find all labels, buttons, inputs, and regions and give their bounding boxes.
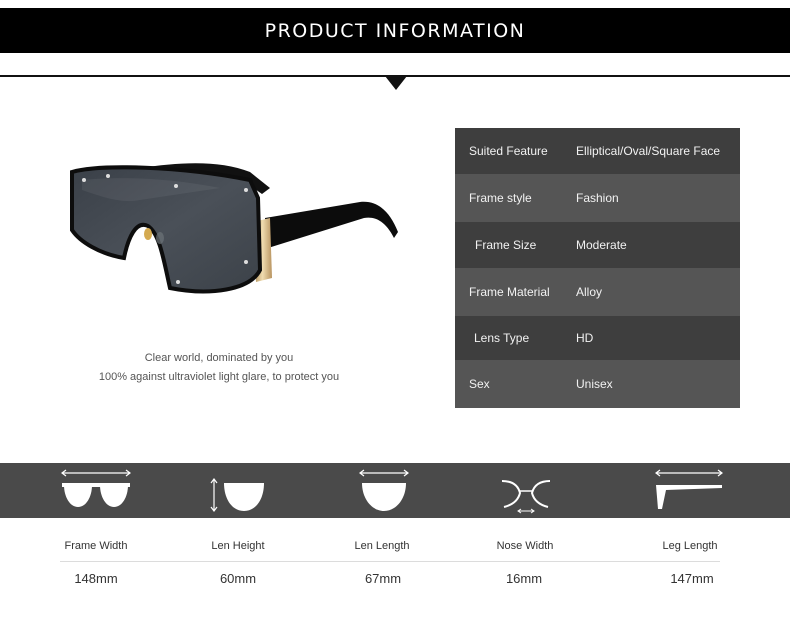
spec-label: Frame style [469,191,532,205]
spec-value: Unisex [576,377,613,391]
dimension-value-frame-width: 148mm [74,571,118,586]
spec-row-frame-size: Frame Size Moderate [455,222,740,268]
dimension-label-frame-width: Frame Width [64,540,128,552]
leg-length-icon [655,469,723,509]
caption-line-2: 100% against ultraviolet light glare, to… [98,371,340,383]
spec-row-lens-type: Lens Type HD [455,316,740,360]
down-arrow-icon [385,76,407,90]
spec-label: Sex [469,377,490,391]
dimension-label-lens-height: Len Height [211,540,265,552]
dimension-value-leg-length: 147mm [670,571,714,586]
lens-height-icon [210,478,264,512]
spec-label: Frame Material [469,285,550,299]
dimension-divider [60,561,720,562]
frame-width-icon [61,469,131,507]
spec-label: Frame Size [475,238,537,252]
spec-label: Lens Type [474,331,530,345]
header-bar: PRODUCT INFORMATION [0,8,790,53]
dimension-label-nose-width: Nose Width [496,540,554,552]
spec-row-frame-style: Frame style Fashion [455,174,740,222]
dimension-icons-bar [0,463,790,518]
spec-value: Elliptical/Oval/Square Face [576,144,721,158]
dimension-value-lens-height: 60mm [219,571,257,586]
spec-row-frame-material: Frame Material Alloy [455,268,740,316]
spec-row-suited-feature: Suited Feature Elliptical/Oval/Square Fa… [455,128,740,174]
page-title: PRODUCT INFORMATION [264,19,526,42]
lens-length-icon [359,469,409,511]
caption-line-1: Clear world, dominated by you [144,352,294,364]
dimension-value-nose-width: 16mm [505,571,543,586]
spec-value: Moderate [576,238,627,252]
spec-table: Suited Feature Elliptical/Oval/Square Fa… [455,128,740,408]
dimension-value-lens-length: 67mm [364,571,402,586]
spec-value: Alloy [576,285,603,299]
spec-row-sex: Sex Unisex [455,360,740,408]
dimension-label-lens-length: Len Length [354,540,410,552]
spec-value: Fashion [576,191,619,205]
spec-label: Suited Feature [469,144,548,158]
nose-width-icon [501,480,551,514]
dimension-label-leg-length: Leg Length [662,540,718,552]
sunglasses-image [70,163,398,294]
spec-value: HD [576,331,594,345]
